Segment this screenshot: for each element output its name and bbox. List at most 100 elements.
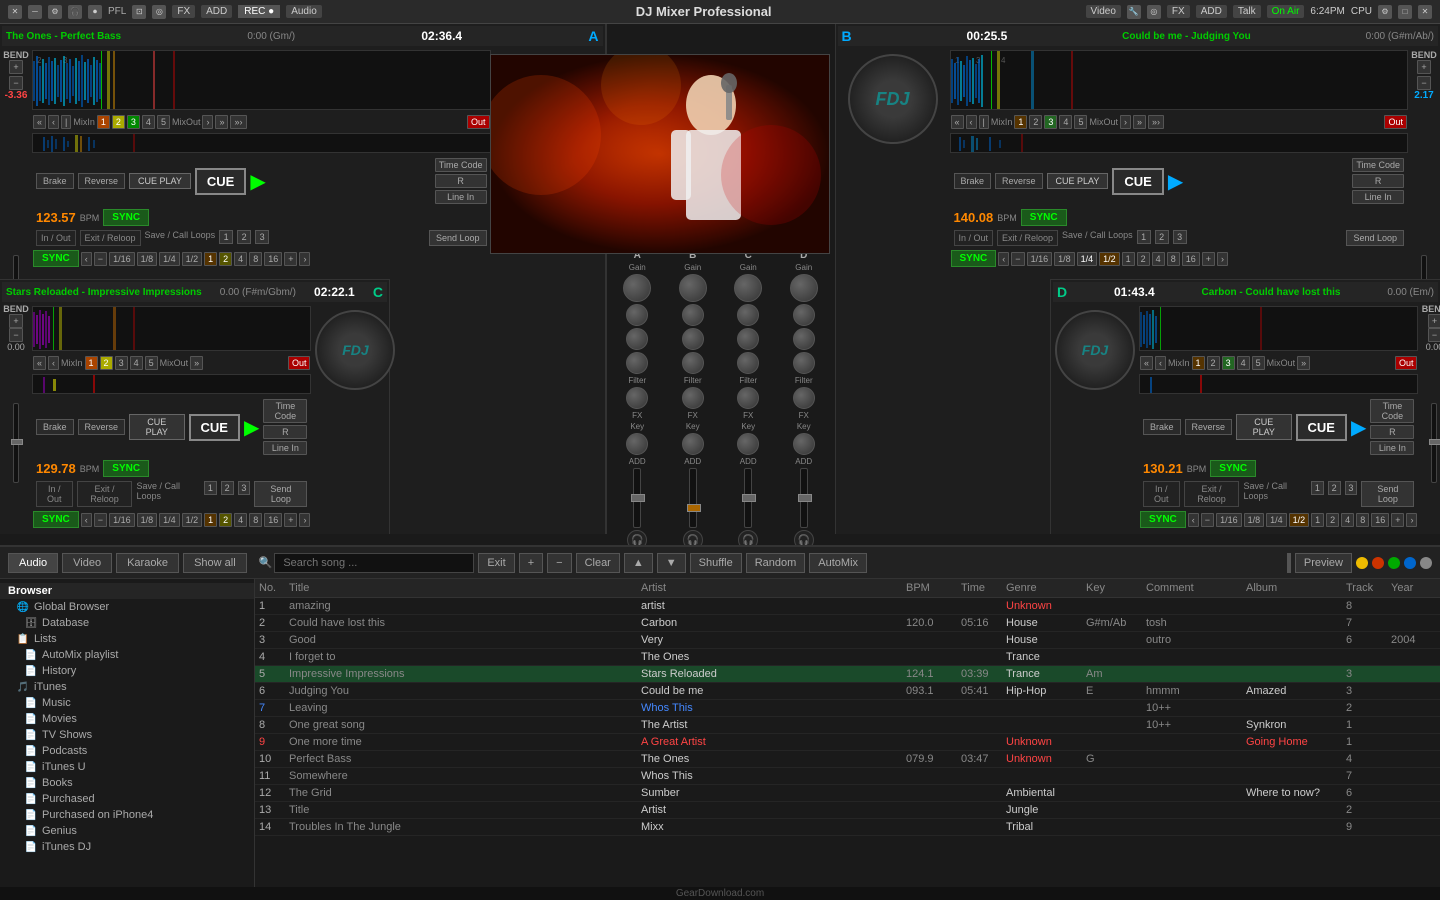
track-row[interactable]: 9 One more time A Great Artist Unknown G… xyxy=(255,734,1440,751)
deck-a-prev-prev[interactable]: « xyxy=(33,115,46,129)
sidebar-podcasts[interactable]: 📄 Podcasts xyxy=(0,743,254,759)
down-btn[interactable]: ▼ xyxy=(657,553,686,573)
mixer-filter-c-knob[interactable] xyxy=(737,387,759,409)
deck-a-mixin[interactable]: | xyxy=(61,115,71,129)
deck-a-4[interactable]: 4 xyxy=(234,252,247,266)
sidebar-itunes[interactable]: 🎵 iTunes xyxy=(0,679,254,695)
maximize-icon[interactable]: □ xyxy=(1398,5,1412,19)
deck-b-p-minus[interactable]: ‹ xyxy=(998,252,1009,266)
deck-a-num3[interactable]: 3 xyxy=(127,115,140,129)
deck-a-num1[interactable]: 1 xyxy=(97,115,110,129)
deck-d-jog-wheel[interactable]: FDJ xyxy=(1055,310,1135,390)
fx-btn-left[interactable]: FX xyxy=(172,5,195,18)
deck-b-timecode-btn[interactable]: Time Code xyxy=(1352,158,1404,172)
settings-icon[interactable]: ⚙ xyxy=(48,5,62,19)
deck-b-cue-btn[interactable]: CUE xyxy=(1112,168,1163,195)
dot-green[interactable] xyxy=(1388,557,1400,569)
deck-b-reverse-btn[interactable]: Reverse xyxy=(995,173,1043,189)
mixer-eq-mid-a[interactable] xyxy=(626,328,648,350)
sidebar-history[interactable]: 📄 History xyxy=(0,663,254,679)
deck-c-prev-prev[interactable]: « xyxy=(33,356,46,370)
sidebar-music[interactable]: 📄 Music xyxy=(0,695,254,711)
sidebar-genius[interactable]: 📄 Genius xyxy=(0,823,254,839)
deck-b-4[interactable]: 4 xyxy=(1152,252,1165,266)
deck-b-num5[interactable]: 5 xyxy=(1074,115,1087,129)
browser-tab-video[interactable]: Video xyxy=(62,553,112,573)
deck-c-n5[interactable]: 5 xyxy=(145,356,158,370)
track-row[interactable]: 10 Perfect Bass The Ones 079.9 03:47 Unk… xyxy=(255,751,1440,768)
sidebar-lists[interactable]: 📋 Lists xyxy=(0,631,254,647)
sidebar-books[interactable]: 📄 Books xyxy=(0,775,254,791)
settings3-icon[interactable]: ⚙ xyxy=(1378,5,1392,19)
deck-a-r-btn[interactable]: R xyxy=(435,174,487,188)
track-row[interactable]: 7 Leaving Whos This 10++ 2 xyxy=(255,700,1440,717)
deck-a-cue-play-btn[interactable]: CUE PLAY xyxy=(129,173,191,189)
sidebar-purchased-iphone[interactable]: 📄 Purchased on iPhone4 xyxy=(0,807,254,823)
deck-b-cue-play-btn[interactable]: CUE PLAY xyxy=(1047,173,1109,189)
browser-tab-karaoke[interactable]: Karaoke xyxy=(116,553,179,573)
deck-b-next[interactable]: › xyxy=(1120,115,1131,129)
browser-tab-audio[interactable]: Audio xyxy=(8,553,58,573)
deck-b-16[interactable]: 16 xyxy=(1182,252,1200,266)
deck-c-n2[interactable]: 2 xyxy=(100,356,113,370)
deck-a-send-loop-btn[interactable]: Send Loop xyxy=(429,230,487,246)
deck-a-next3[interactable]: »› xyxy=(230,115,246,129)
deck-c-n1[interactable]: 1 xyxy=(85,356,98,370)
deck-b-1[interactable]: 1 xyxy=(1122,252,1135,266)
deck-d-exitreloop-btn[interactable]: Exit / Reloop xyxy=(1184,481,1240,507)
up-btn[interactable]: ▲ xyxy=(624,553,653,573)
sidebar-tvshows[interactable]: 📄 TV Shows xyxy=(0,727,254,743)
remove-btn[interactable]: − xyxy=(547,553,571,573)
track-row[interactable]: 2 Could have lost this Carbon 120.0 05:1… xyxy=(255,615,1440,632)
browser-exit-btn[interactable]: Exit xyxy=(478,553,514,573)
mixer-fader-c[interactable] xyxy=(744,468,752,528)
track-row[interactable]: 12 The Grid Sumber Ambiental Where to no… xyxy=(255,785,1440,802)
mixer-eq-mid-b[interactable] xyxy=(682,328,704,350)
tool-icon[interactable]: 🔧 xyxy=(1127,5,1141,19)
sidebar-movies[interactable]: 📄 Movies xyxy=(0,711,254,727)
close-icon[interactable]: ✕ xyxy=(8,5,22,19)
mixer-eq-mid-c[interactable] xyxy=(737,328,759,350)
mixer-filter-d-knob[interactable] xyxy=(793,387,815,409)
mixer-eq-low-d[interactable] xyxy=(793,352,815,374)
deck-b-next-next[interactable]: » xyxy=(1133,115,1146,129)
deck-a-1-4[interactable]: 1/4 xyxy=(159,252,180,266)
sidebar-automix[interactable]: 📄 AutoMix playlist xyxy=(0,647,254,663)
deck-d-loop2[interactable]: 2 xyxy=(1328,481,1341,495)
deck-a-bend-plus[interactable]: + xyxy=(9,60,22,74)
sidebar-itunesu[interactable]: 📄 iTunes U xyxy=(0,759,254,775)
deck-d-pitch-fader[interactable] xyxy=(1431,403,1437,483)
deck-c-brake-btn[interactable]: Brake xyxy=(36,419,74,435)
deck-a-sync2-btn[interactable]: SYNC xyxy=(33,250,79,267)
fx-btn-right[interactable]: FX xyxy=(1167,5,1190,18)
mixer-eq-hi-c[interactable] xyxy=(737,304,759,326)
deck-b-num3[interactable]: 3 xyxy=(1044,115,1057,129)
deck-d-cue-play-btn[interactable]: CUE PLAY xyxy=(1236,414,1291,440)
deck-a-p-minus[interactable]: ‹ xyxy=(81,252,92,266)
deck-a-loop2[interactable]: 2 xyxy=(237,230,251,244)
deck-a-next-next[interactable]: » xyxy=(215,115,228,129)
deck-a-prev[interactable]: ‹ xyxy=(48,115,59,129)
deck-b-send-loop-btn[interactable]: Send Loop xyxy=(1346,230,1404,246)
mixer-fader-d[interactable] xyxy=(800,468,808,528)
deck-c-inout-btn[interactable]: In / Out xyxy=(36,481,73,507)
deck-a-brake-btn[interactable]: Brake xyxy=(36,173,74,189)
track-row[interactable]: 3 Good Very House outro 6 2004 xyxy=(255,632,1440,649)
add-btn-right[interactable]: ADD xyxy=(1196,5,1227,18)
deck-a-16[interactable]: 16 xyxy=(264,252,282,266)
mixer-gain-b-knob[interactable] xyxy=(679,274,707,302)
deck-c-loop3[interactable]: 3 xyxy=(238,481,251,495)
deck-a-1-16[interactable]: 1/16 xyxy=(109,252,135,266)
deck-a-num5[interactable]: 5 xyxy=(157,115,170,129)
deck-d-linein-btn[interactable]: Line In xyxy=(1370,441,1414,455)
sidebar-database[interactable]: 🗄 Database xyxy=(0,615,254,631)
deck-d-reverse-btn[interactable]: Reverse xyxy=(1185,419,1233,435)
deck-b-prev-prev[interactable]: « xyxy=(951,115,964,129)
deck-b-1-2[interactable]: 1/2 xyxy=(1099,252,1120,266)
mixer-eq-hi-b[interactable] xyxy=(682,304,704,326)
minimize-icon[interactable]: ─ xyxy=(28,5,42,19)
close2-icon[interactable]: ✕ xyxy=(1418,5,1432,19)
sidebar-global-browser[interactable]: 🌐 Global Browser xyxy=(0,599,254,615)
deck-c-play-btn[interactable]: ▶ xyxy=(244,415,259,440)
deck-a-exitreloop-btn[interactable]: Exit / Reloop xyxy=(80,230,141,246)
